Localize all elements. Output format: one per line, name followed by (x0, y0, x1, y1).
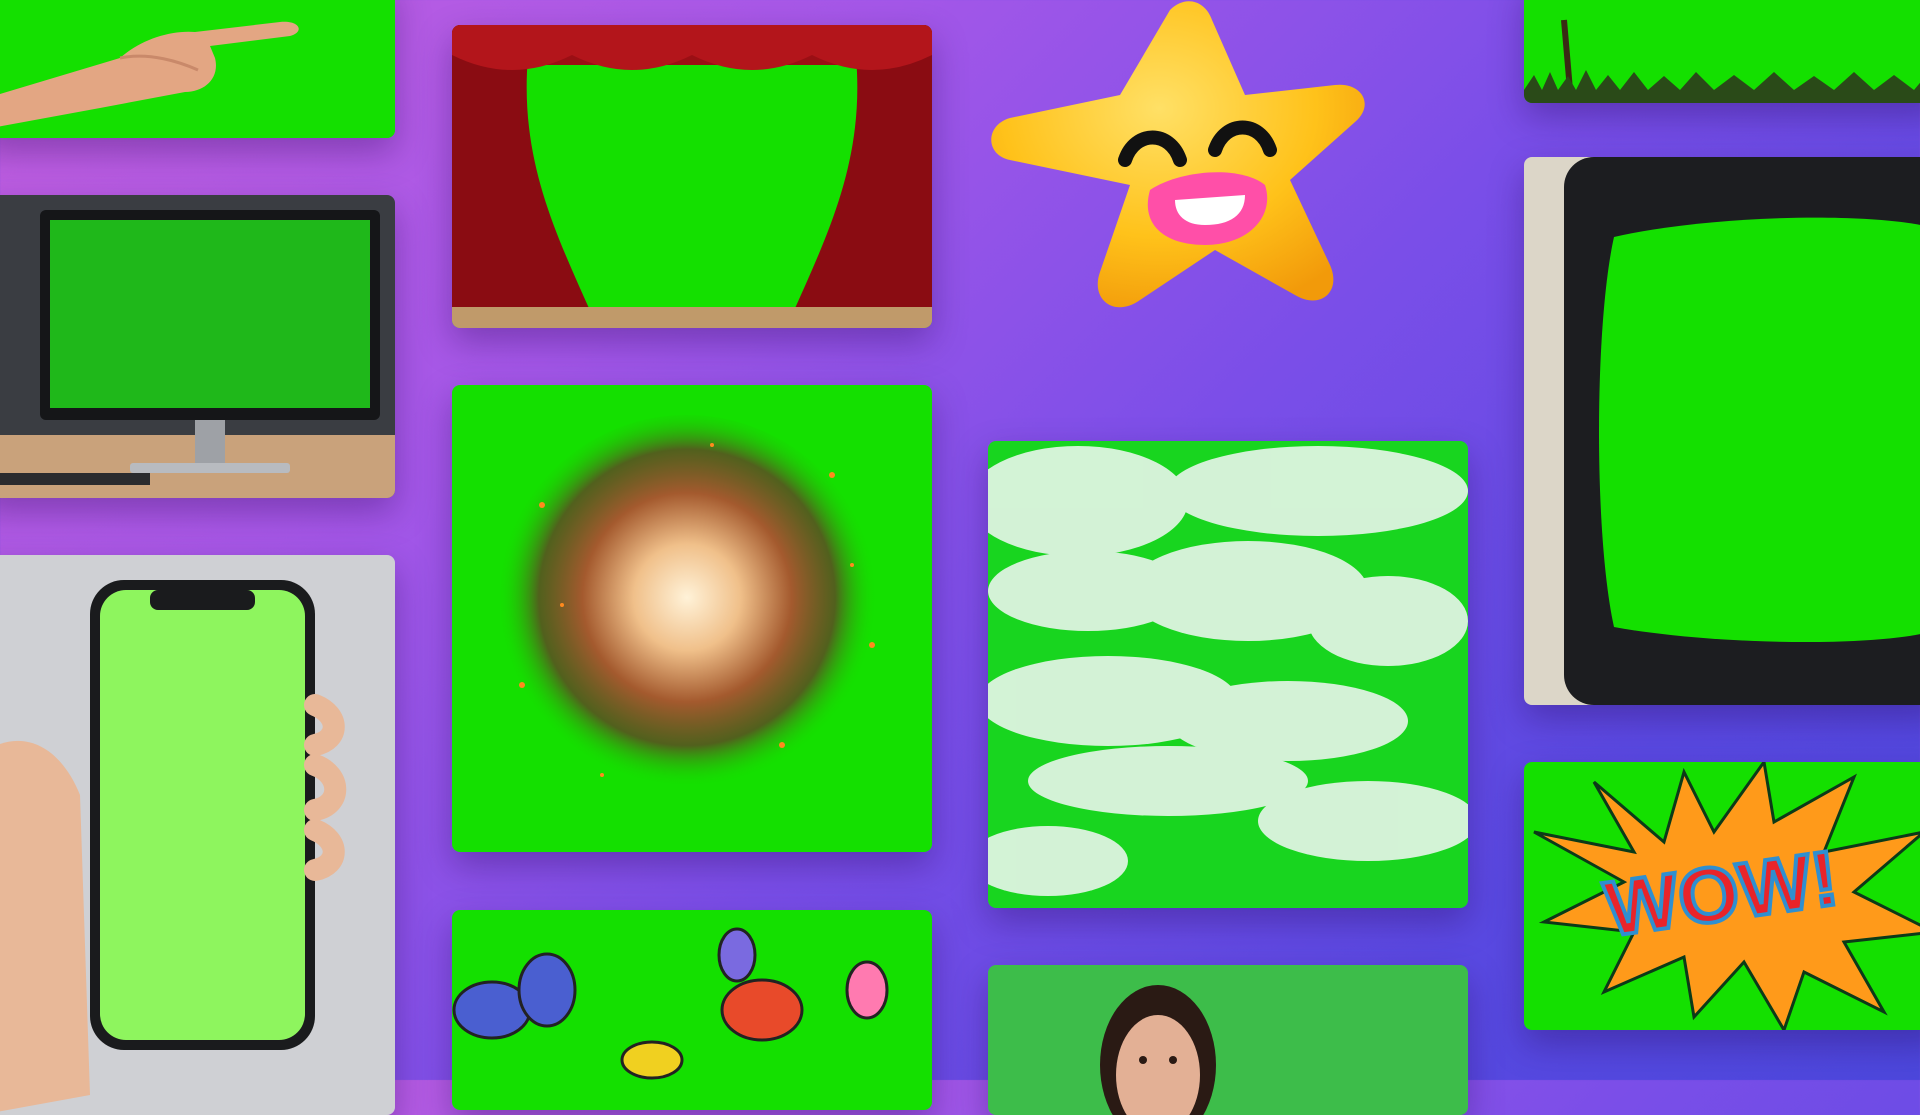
hand-pointing-graphic (0, 0, 395, 138)
palm-grass-thumbnail[interactable] (1524, 0, 1920, 103)
butterflies-graphic (452, 910, 932, 1110)
wow-burst-graphic: WOW! (1524, 762, 1920, 1030)
star-icon (991, 1, 1365, 308)
comic-wow-thumbnail[interactable]: WOW! (1524, 762, 1920, 1030)
monitor-graphic (0, 195, 395, 498)
grass-graphic (1524, 0, 1920, 103)
clouds-graphic (988, 441, 1468, 908)
explosion-thumbnail[interactable] (452, 385, 932, 852)
smiling-star-sticker[interactable] (990, 0, 1420, 400)
retro-tv-thumbnail[interactable] (1524, 157, 1920, 705)
presenter-graphic (988, 965, 1468, 1115)
tv-graphic (1524, 157, 1920, 705)
phone-in-hand-thumbnail[interactable] (0, 555, 395, 1115)
hand-pointing-thumbnail[interactable] (0, 0, 395, 138)
curtain-graphic (452, 25, 932, 328)
phone-graphic (0, 555, 395, 1115)
desktop-monitor-thumbnail[interactable] (0, 195, 395, 498)
explosion-graphic (452, 385, 932, 852)
presenter-thumbnail[interactable] (988, 965, 1468, 1115)
theater-curtain-thumbnail[interactable] (452, 25, 932, 328)
butterflies-thumbnail[interactable] (452, 910, 932, 1110)
clouds-thumbnail[interactable] (988, 441, 1468, 908)
